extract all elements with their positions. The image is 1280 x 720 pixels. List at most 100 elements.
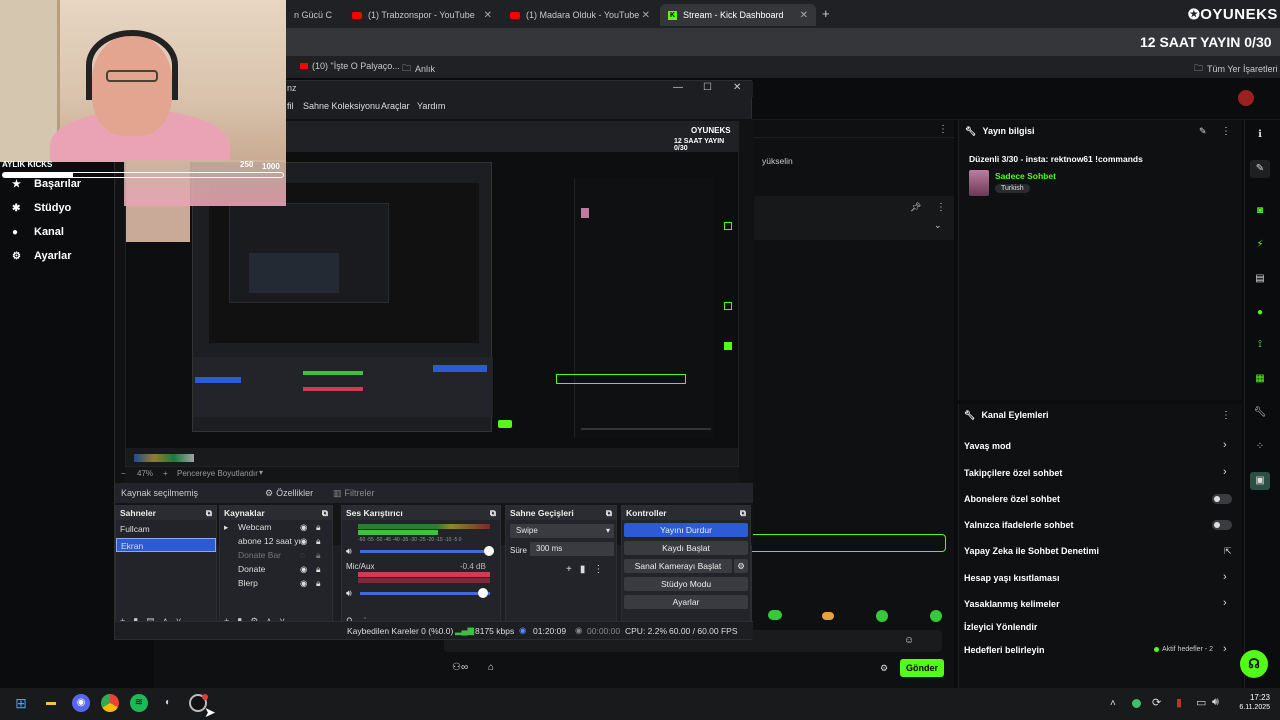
help-icon[interactable]: ☊ bbox=[1240, 650, 1268, 678]
eye-off-icon[interactable]: ◌ bbox=[300, 548, 305, 562]
eye-icon[interactable]: ◉ bbox=[300, 534, 307, 548]
bookmark-item[interactable]: (10) "İşte O Palyaço... bbox=[300, 61, 400, 71]
volume-slider[interactable] bbox=[360, 550, 490, 553]
transition-select[interactable]: Swipe ▾ bbox=[510, 524, 614, 538]
clock-date[interactable]: 6.11.2025 bbox=[1226, 704, 1270, 711]
start-recording-button[interactable]: Kaydı Başlat bbox=[624, 541, 748, 555]
file-explorer-icon[interactable]: ▬ bbox=[42, 694, 60, 712]
more-icon[interactable]: ⋮ bbox=[938, 124, 948, 135]
lock-icon[interactable]: 🔒︎ bbox=[316, 534, 321, 548]
action-slow-mode[interactable]: Yavaş mod bbox=[964, 441, 1011, 451]
emoji-icon[interactable]: ☺ bbox=[904, 635, 914, 646]
tray-app-icon[interactable]: ▮ bbox=[1176, 696, 1182, 709]
browser-tab[interactable]: n Gücü C bbox=[286, 4, 342, 26]
info-icon[interactable]: ℹ bbox=[1250, 126, 1270, 144]
source-item[interactable]: Donate ◉ 🔒︎ bbox=[220, 562, 332, 576]
source-item-hidden[interactable]: Donate Bar ◌ 🔒︎ bbox=[220, 548, 332, 562]
action-followers-only[interactable]: Takipçilere özel sohbet bbox=[964, 468, 1062, 478]
dock-menu-icon[interactable]: ⧉ bbox=[606, 506, 612, 520]
browser-tab[interactable]: (1) Madara Olduk - YouTube ✕ bbox=[502, 4, 658, 26]
scene-item-selected[interactable]: Ekran bbox=[116, 538, 216, 552]
volume-slider-handle[interactable] bbox=[484, 546, 494, 556]
lock-icon[interactable]: 🔒︎ bbox=[316, 520, 321, 534]
lightning-icon[interactable]: ⚡︎ bbox=[1250, 236, 1270, 254]
subscribers-only-toggle[interactable] bbox=[1212, 494, 1232, 504]
expand-icon[interactable]: ▸ bbox=[224, 520, 228, 534]
gift-icon[interactable]: ⌂ bbox=[488, 662, 494, 673]
chat-bubble-icon[interactable]: ● bbox=[1250, 304, 1270, 322]
browser-tab[interactable]: (1) Trabzonspor - YouTube ✕ bbox=[344, 4, 500, 26]
nav-achievements[interactable]: ★ Başarılar bbox=[12, 178, 81, 190]
network-icon[interactable]: ▭ bbox=[1196, 696, 1206, 709]
dock-menu-icon[interactable]: ⧉ bbox=[740, 506, 746, 520]
chevron-down-icon[interactable]: ▾ bbox=[259, 468, 263, 477]
discord-icon[interactable]: ◉ bbox=[72, 694, 90, 712]
chevron-right-icon[interactable]: › bbox=[1223, 597, 1227, 609]
virtual-camera-settings-icon[interactable]: ⚙ bbox=[734, 559, 748, 573]
filters-button[interactable]: ▥ Filtreler bbox=[333, 488, 375, 499]
steam-icon[interactable]: ◐ bbox=[159, 694, 177, 712]
more-icon[interactable]: ⋮ bbox=[593, 564, 603, 575]
action-banned-words[interactable]: Yasaklanmış kelimeler bbox=[964, 599, 1060, 609]
tray-sync-icon[interactable]: ⟳ bbox=[1152, 696, 1161, 709]
all-bookmarks[interactable]: 🗀 Tüm Yer İşaretleri bbox=[1194, 61, 1278, 77]
source-item[interactable]: abone 12 saat yı ◉ 🔒︎ bbox=[220, 534, 332, 548]
edit-icon[interactable]: ✎ bbox=[1199, 126, 1207, 137]
chrome-icon[interactable] bbox=[101, 694, 119, 712]
source-item[interactable]: ▸ Webcam ◉ 🔒︎ bbox=[220, 520, 332, 534]
tray-app-icon[interactable] bbox=[1132, 699, 1141, 708]
menu-tools[interactable]: Araçlar bbox=[381, 101, 410, 111]
nav-studio[interactable]: ✱ Stüdyo bbox=[12, 202, 71, 214]
minimize-icon[interactable]: — bbox=[673, 82, 683, 93]
spotify-icon[interactable]: ≋ bbox=[130, 694, 148, 712]
nav-channel[interactable]: ● Kanal bbox=[12, 226, 64, 238]
more-icon[interactable]: ⋮ bbox=[936, 202, 946, 213]
stop-streaming-button[interactable]: Yayını Durdur bbox=[624, 523, 748, 537]
dock-menu-icon[interactable]: ⧉ bbox=[322, 506, 328, 520]
more-icon[interactable]: ⋮ bbox=[1221, 410, 1231, 421]
eye-icon[interactable]: ◉ bbox=[300, 562, 307, 576]
studio-mode-button[interactable]: Stüdyo Modu bbox=[624, 577, 748, 591]
chevron-right-icon[interactable]: › bbox=[1223, 643, 1227, 655]
close-tab-icon[interactable]: ✕ bbox=[484, 10, 492, 21]
camera-icon[interactable]: ◙ bbox=[1250, 202, 1270, 220]
new-tab-button[interactable]: + bbox=[822, 6, 830, 21]
fit-window-label[interactable]: Pencereye Boyutlandır bbox=[177, 469, 258, 478]
menu-scene-collection[interactable]: Sahne Koleksiyonu bbox=[303, 101, 380, 111]
send-button[interactable]: Gönder bbox=[900, 659, 944, 677]
volume-icon[interactable]: 🔊︎ bbox=[1212, 696, 1219, 709]
user-avatar[interactable] bbox=[1238, 90, 1254, 106]
zoom-in-icon[interactable]: + bbox=[163, 469, 168, 478]
speaker-icon[interactable]: 🔊︎ bbox=[346, 588, 352, 599]
close-tab-icon[interactable]: ✕ bbox=[800, 10, 808, 21]
category-link[interactable]: Sadece Sohbet bbox=[995, 171, 1056, 181]
action-goals[interactable]: Hedefleri belirleyin bbox=[964, 645, 1045, 655]
lock-icon[interactable]: 🔒︎ bbox=[316, 562, 321, 576]
points-icon[interactable]: ⚇∞ bbox=[452, 662, 468, 673]
nav-settings[interactable]: ⚙ Ayarlar bbox=[12, 250, 72, 262]
duration-input[interactable]: 300 ms bbox=[530, 542, 614, 556]
add-icon[interactable]: + bbox=[566, 564, 572, 575]
eye-icon[interactable]: ◉ bbox=[300, 520, 307, 534]
tray-chevron-icon[interactable]: ˄ bbox=[1110, 698, 1116, 709]
chevron-down-icon[interactable]: ⌄ bbox=[934, 220, 942, 231]
layout-icon[interactable]: ▦ bbox=[1250, 370, 1270, 388]
maximize-icon[interactable]: ☐ bbox=[703, 82, 712, 93]
trash-icon[interactable]: ▮ bbox=[580, 564, 586, 575]
action-account-age[interactable]: Hesap yaşı kısıtlaması bbox=[964, 573, 1060, 583]
chat-settings-icon[interactable]: ⚙ bbox=[880, 663, 888, 674]
action-raid[interactable]: İzleyici Yönlendir bbox=[964, 622, 1037, 632]
close-tab-icon[interactable]: ✕ bbox=[642, 10, 650, 21]
settings-button[interactable]: Ayarlar bbox=[624, 595, 748, 609]
dock-menu-icon[interactable]: ⧉ bbox=[490, 506, 496, 520]
volume-slider[interactable] bbox=[360, 592, 490, 595]
eye-icon[interactable]: ◉ bbox=[300, 576, 307, 590]
pin-icon[interactable]: 📌︎ bbox=[910, 202, 921, 213]
emotes-only-toggle[interactable] bbox=[1212, 520, 1232, 530]
more-icon[interactable]: ⋮ bbox=[1221, 126, 1231, 137]
edit-icon[interactable]: ✎ bbox=[1250, 160, 1270, 178]
browser-tab-active[interactable]: K Stream - Kick Dashboard ✕ bbox=[660, 4, 816, 26]
document-icon[interactable]: ▤ bbox=[1250, 270, 1270, 288]
widget-icon[interactable]: ▣ bbox=[1250, 472, 1270, 490]
zoom-out-icon[interactable]: − bbox=[121, 469, 126, 478]
